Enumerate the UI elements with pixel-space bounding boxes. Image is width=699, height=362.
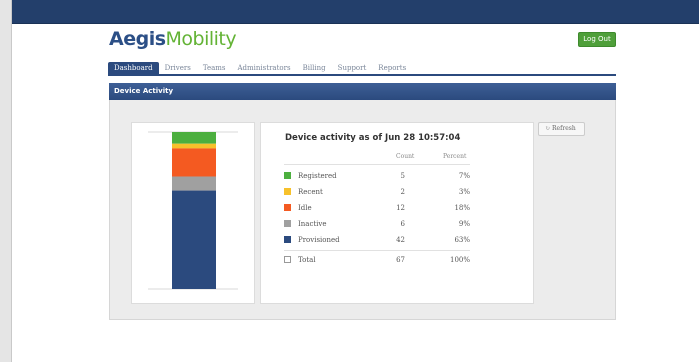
row-percent: 7%: [458, 172, 470, 180]
table-row: Provisioned 42 63%: [284, 235, 470, 245]
main-nav: Dashboard Drivers Teams Administrators B…: [108, 61, 412, 75]
row-percent: 100%: [449, 256, 470, 264]
stats-table: Device activity as of Jun 28 10:57:04 Co…: [260, 122, 534, 304]
registered-swatch: [284, 172, 291, 179]
row-label: Inactive: [298, 220, 327, 228]
bar-segment-recent: [172, 143, 216, 149]
row-percent: 9%: [458, 220, 470, 228]
left-window-edge: [0, 0, 12, 362]
row-label: Total: [298, 256, 316, 264]
refresh-label: Refresh: [552, 125, 576, 132]
top-bar: [0, 0, 699, 24]
panel-title: Device Activity: [109, 83, 616, 100]
tab-administrators[interactable]: Administrators: [232, 62, 297, 74]
tab-reports[interactable]: Reports: [372, 62, 412, 74]
row-percent: 3%: [458, 188, 470, 196]
count-column-header: Count: [396, 153, 415, 160]
header-divider: [284, 164, 470, 165]
row-label: Idle: [298, 204, 312, 212]
row-count: 12: [396, 204, 405, 212]
chart-container: [131, 122, 255, 304]
stats-title: Device activity as of Jun 28 10:57:04: [285, 133, 461, 143]
row-percent: 18%: [454, 204, 470, 212]
stacked-bar-chart: [148, 131, 238, 290]
row-label: Provisioned: [298, 236, 340, 244]
row-label: Registered: [298, 172, 337, 180]
row-count: 67: [396, 256, 405, 264]
bar-segment-idle: [172, 148, 216, 177]
nav-underline: [108, 74, 616, 76]
table-row: Idle 12 18%: [284, 203, 470, 213]
refresh-icon: ↻: [545, 125, 551, 132]
recent-swatch: [284, 188, 291, 195]
total-swatch: [284, 256, 291, 263]
logo-text-light: Mobility: [165, 28, 237, 50]
bar-segment-inactive: [172, 176, 216, 191]
table-row: Recent 2 3%: [284, 187, 470, 197]
bar-segment-registered: [172, 132, 216, 144]
tab-support[interactable]: Support: [332, 62, 373, 74]
row-count: 2: [400, 188, 405, 196]
provisioned-swatch: [284, 236, 291, 243]
total-divider: [284, 250, 470, 251]
logo-text-bold: Aegis: [109, 28, 166, 50]
row-percent: 63%: [454, 236, 470, 244]
table-row-total: Total 67 100%: [284, 255, 470, 265]
row-count: 5: [400, 172, 405, 180]
logout-button[interactable]: Log Out: [578, 32, 616, 47]
table-row: Registered 5 7%: [284, 171, 470, 181]
row-count: 6: [400, 220, 405, 228]
inactive-swatch: [284, 220, 291, 227]
tab-billing[interactable]: Billing: [297, 62, 332, 74]
table-row: Inactive 6 9%: [284, 219, 470, 229]
row-count: 42: [396, 236, 405, 244]
percent-column-header: Percent: [443, 153, 467, 160]
tab-dashboard[interactable]: Dashboard: [108, 62, 159, 74]
aegis-mobility-logo[interactable]: AegisMobility: [109, 28, 237, 50]
tab-drivers[interactable]: Drivers: [159, 62, 197, 74]
tab-teams[interactable]: Teams: [197, 62, 232, 74]
idle-swatch: [284, 204, 291, 211]
refresh-button[interactable]: ↻ Refresh: [538, 122, 585, 136]
row-label: Recent: [298, 188, 323, 196]
bar-segment-provisioned: [172, 190, 216, 289]
